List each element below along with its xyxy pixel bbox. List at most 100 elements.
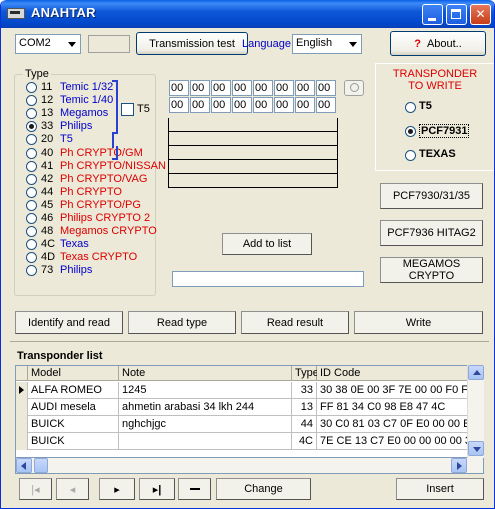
type-name: Ph CRYPTO/GM <box>60 146 143 159</box>
prior-icon: ◂ <box>69 483 76 496</box>
transponder-table[interactable]: Model Note Type ID Code ALFA ROMEO 1245 33 30 … <box>15 365 484 458</box>
type-code: 11 <box>41 81 53 93</box>
add-to-list-button[interactable]: Add to list <box>222 233 312 255</box>
type-radio-41[interactable] <box>26 160 37 172</box>
type-code: 13 <box>41 107 54 120</box>
hex-byte-input[interactable]: 00 <box>211 80 231 96</box>
t5-checkbox[interactable] <box>121 103 134 116</box>
write-radio-t5[interactable] <box>405 102 416 113</box>
cell-id: FF 81 34 C0 98 E8 47 4C <box>317 399 482 416</box>
nav-first-button[interactable]: |◂ <box>19 478 52 500</box>
chevron-down-icon[interactable] <box>344 36 360 52</box>
minus-icon <box>189 488 200 490</box>
hex-byte-input[interactable]: 00 <box>253 80 273 96</box>
cell-model: AUDI mesela <box>28 399 119 416</box>
horizontal-scrollbar[interactable] <box>15 458 484 474</box>
hex-byte-input[interactable]: 00 <box>274 80 294 96</box>
insert-button[interactable]: Insert <box>396 478 484 500</box>
write-radio-pcf7931[interactable] <box>405 126 416 137</box>
table-row[interactable]: BUICK nghchjgc 44 30 C0 81 03 C7 0F E0 00 0… <box>16 416 483 433</box>
separator <box>10 341 489 342</box>
action-button[interactable]: Read type <box>128 311 236 334</box>
table-row[interactable]: ALFA ROMEO 1245 33 30 38 0E 00 3F 7E 00 00 … <box>16 382 483 399</box>
vertical-scrollbar[interactable] <box>467 365 484 458</box>
type-radio-46[interactable] <box>26 213 37 224</box>
chevron-left-icon <box>21 462 26 470</box>
type-code: 20 <box>41 133 54 146</box>
hex-byte-input[interactable]: 00 <box>190 97 210 113</box>
scroll-up-button[interactable] <box>468 365 484 380</box>
cell-note <box>119 433 292 450</box>
transponder-list-label: Transponder list <box>17 350 103 362</box>
hex-byte-input[interactable]: 00 <box>316 97 336 113</box>
language-select[interactable]: English <box>292 34 362 54</box>
type-radio-11[interactable] <box>26 82 37 93</box>
nav-prior-button[interactable]: ◂ <box>56 478 89 500</box>
main-window: ANAHTAR ✕ COM2 Transmission test Languag… <box>0 0 495 509</box>
nav-delete-button[interactable] <box>178 478 211 500</box>
column-header-model[interactable]: Model <box>28 366 119 381</box>
side-button[interactable]: MEGAMOS CRYPTO <box>380 257 483 283</box>
scroll-down-button[interactable] <box>468 441 484 456</box>
refresh-icon <box>350 83 359 92</box>
table-row[interactable]: BUICK 4C 7E CE 13 C7 E0 00 00 00 00 37 C4 <box>16 433 483 450</box>
hex-byte-input[interactable]: 00 <box>232 80 252 96</box>
title-bar[interactable]: ANAHTAR ✕ <box>1 0 494 28</box>
action-button[interactable]: Write <box>354 311 483 334</box>
type-name: Philips CRYPTO 2 <box>60 212 151 224</box>
status-field <box>88 35 130 53</box>
write-radio-texas[interactable] <box>405 150 416 161</box>
action-button[interactable]: Identify and read <box>15 311 123 334</box>
hex-byte-input[interactable]: 00 <box>232 97 252 113</box>
language-label: Language <box>242 38 291 50</box>
about-button[interactable]: ? About.. <box>390 31 486 56</box>
hex-byte-input[interactable]: 00 <box>169 80 189 96</box>
column-header-id[interactable]: ID Code <box>317 366 482 381</box>
hex-byte-input[interactable]: 00 <box>295 97 315 113</box>
maximize-button[interactable] <box>446 4 467 25</box>
note-input[interactable] <box>172 271 364 287</box>
data-row-4 <box>168 160 338 174</box>
side-button[interactable]: PCF7936 HITAG2 <box>380 220 483 246</box>
refresh-button[interactable] <box>344 80 364 96</box>
scroll-right-button[interactable] <box>451 458 467 473</box>
minimize-button[interactable] <box>422 4 443 25</box>
hex-byte-input[interactable]: 00 <box>190 80 210 96</box>
scroll-left-button[interactable] <box>16 458 32 473</box>
hex-byte-input[interactable]: 00 <box>211 97 231 113</box>
close-button[interactable]: ✕ <box>470 4 491 25</box>
type-name: Texas <box>60 238 89 251</box>
change-button[interactable]: Change <box>216 478 311 500</box>
type-radio-40[interactable] <box>26 147 37 159</box>
side-button[interactable]: PCF7930/31/35 <box>380 183 483 209</box>
column-header-note[interactable]: Note <box>119 366 292 381</box>
port-select[interactable]: COM2 <box>15 34 81 54</box>
type-name: Ph CRYPTO/VAG <box>60 172 148 185</box>
chevron-down-icon[interactable] <box>63 36 79 52</box>
app-icon <box>7 8 25 19</box>
hex-byte-input[interactable]: 00 <box>253 97 273 113</box>
cell-type: 4C <box>292 433 317 450</box>
hex-byte-input[interactable]: 00 <box>169 97 189 113</box>
column-header-type[interactable]: Type <box>292 366 319 381</box>
type-radio-44[interactable] <box>26 186 37 198</box>
action-button[interactable]: Read result <box>241 311 349 334</box>
cell-model: BUICK <box>28 416 119 433</box>
type-code: 44 <box>41 185 54 198</box>
nav-next-button[interactable]: ▸ <box>99 478 135 500</box>
hex-byte-input[interactable]: 00 <box>274 97 294 113</box>
t5-checkbox-label: T5 <box>137 103 150 115</box>
current-row-icon <box>19 386 24 394</box>
type-name: Megamos CRYPTO <box>60 225 157 238</box>
transmission-test-button[interactable]: Transmission test <box>136 32 248 55</box>
type-code: 41 <box>41 159 54 172</box>
table-row[interactable]: AUDI mesela ahmetin arabasi 34 lkh 244 13 F… <box>16 399 483 416</box>
scroll-thumb[interactable] <box>34 458 48 473</box>
header-corner <box>16 366 28 381</box>
type-radio-42[interactable] <box>26 173 37 185</box>
nav-last-button[interactable]: ▸| <box>139 478 175 500</box>
hex-byte-input[interactable]: 00 <box>295 80 315 96</box>
type-name: Ph CRYPTO/PG <box>60 198 141 211</box>
hex-byte-input[interactable]: 00 <box>316 80 336 96</box>
type-radio-45[interactable] <box>26 199 37 211</box>
